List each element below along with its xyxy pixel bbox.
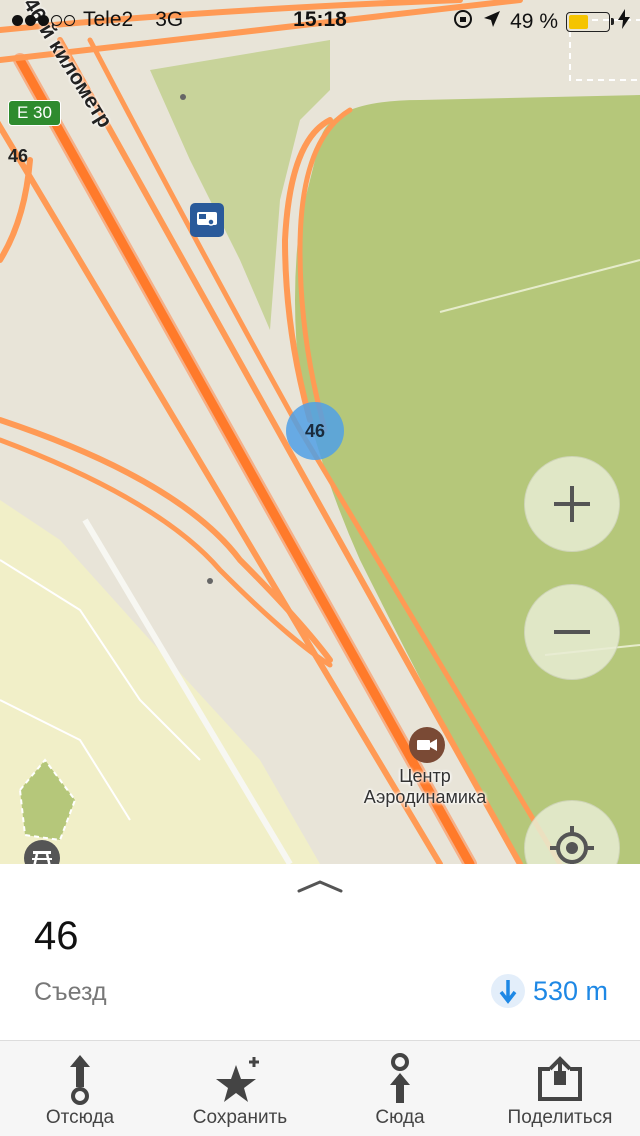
battery-icon <box>566 12 614 32</box>
selected-place-marker[interactable]: 46 <box>286 402 344 460</box>
charging-bolt-icon <box>618 9 630 35</box>
minus-icon <box>554 630 590 634</box>
route-to-icon <box>385 1051 415 1107</box>
place-type: Съезд <box>34 978 107 1006</box>
crosshair-icon <box>550 826 594 864</box>
place-title: 46 <box>34 914 79 958</box>
distance-value: 530 m <box>532 975 608 1006</box>
route-to-button[interactable]: Сюда <box>320 1041 480 1136</box>
share-button[interactable]: Поделиться <box>480 1041 640 1136</box>
direction-arrow-icon <box>490 974 525 1008</box>
share-icon <box>536 1051 584 1107</box>
zoom-out-button[interactable] <box>524 584 620 680</box>
save-label: Сохранить <box>192 1107 288 1128</box>
rotation-lock-icon <box>452 8 474 36</box>
status-bar: Tele2 3G 15:18 49 % <box>0 0 640 40</box>
route-to-label: Сюда <box>375 1107 425 1128</box>
road-number-label: 46 <box>8 146 29 166</box>
sheet-expand-icon[interactable] <box>296 878 344 899</box>
zoom-in-button[interactable] <box>524 456 620 552</box>
route-from-label: Отсюда <box>45 1107 115 1128</box>
route-from-icon <box>65 1051 95 1107</box>
battery-percent: 49 % <box>510 10 558 33</box>
distance-indicator: 530 m <box>490 974 608 1008</box>
map-view[interactable]: Tele2 3G 15:18 49 % 46-й километр E 30 4… <box>0 0 640 864</box>
action-toolbar: Отсюда Сохранить Сюда Поделиться <box>0 1040 640 1136</box>
route-from-button[interactable]: Отсюда <box>0 1041 160 1136</box>
location-arrow-icon <box>482 9 502 35</box>
cinema-icon[interactable] <box>409 727 445 763</box>
poi-name-label[interactable]: Центр Аэродинамика <box>330 766 520 808</box>
road-shield: E 30 <box>8 100 61 126</box>
place-details-sheet[interactable]: 46 Съезд 530 m <box>0 864 640 1040</box>
share-label: Поделиться <box>507 1107 613 1128</box>
star-add-icon <box>214 1051 266 1107</box>
save-button[interactable]: Сохранить <box>160 1041 320 1136</box>
bus-stop-icon[interactable] <box>190 203 224 237</box>
plus-icon <box>554 486 590 522</box>
